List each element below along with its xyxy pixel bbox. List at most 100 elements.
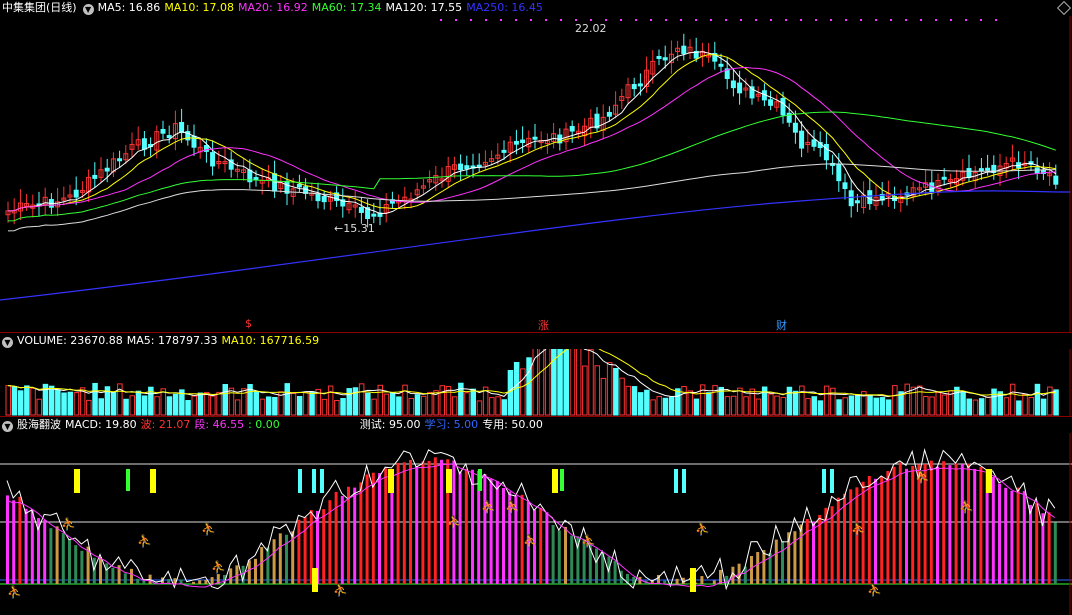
volume-bar: [476, 400, 483, 416]
oscillator-bar: [278, 533, 282, 584]
signal-dot: [545, 19, 547, 21]
volume-bar: [830, 387, 836, 416]
oscillator-bar: [43, 520, 47, 584]
volume-bar: [737, 387, 743, 416]
volume-bar: [606, 362, 613, 416]
oscillator-bar: [49, 528, 53, 584]
signal-block-cyan: [830, 469, 834, 493]
candle-body: [117, 158, 123, 162]
oscillator-bar: [1053, 522, 1057, 584]
macd-label: MACD: 19.80: [65, 418, 137, 431]
volume-bar: [110, 392, 117, 416]
price-panel[interactable]: 中集集团(日线) ▼ MA5: 16.86 MA10: 17.08 MA20: 16.9…: [0, 0, 1072, 332]
volume-dropdown-icon[interactable]: ▼: [2, 337, 13, 348]
test-label: 测试: 95.00: [359, 418, 421, 431]
candle-body: [780, 98, 786, 116]
dropdown-icon[interactable]: ▼: [82, 4, 94, 15]
volume-bar: [625, 385, 631, 416]
candle-body: [737, 82, 743, 94]
special-label: 专用: 50.00: [482, 418, 543, 431]
candle-body: [606, 111, 612, 117]
volume-bar: [414, 394, 421, 416]
volume-bar: [185, 400, 191, 416]
volume-bar: [575, 349, 582, 416]
volume-bar: [991, 388, 997, 416]
signal-dot: [530, 19, 532, 21]
volume-bar: [557, 349, 563, 416]
indicator-title[interactable]: 股海翻波: [17, 418, 61, 431]
candle-body: [681, 45, 687, 55]
signal-dot: [950, 19, 952, 21]
oscillator-bar: [557, 530, 561, 584]
oscillator-bar: [334, 491, 338, 584]
oscillator-bar: [1010, 490, 1014, 584]
event-finance-marker[interactable]: 财: [776, 317, 787, 332]
volume-chart[interactable]: [0, 349, 1072, 416]
signal-dot: [485, 19, 487, 21]
oscillator-bar: [936, 466, 939, 584]
oscillator-bar: [545, 512, 549, 584]
volume-bar: [836, 399, 842, 416]
volume-bar: [786, 386, 793, 416]
volume-bar: [98, 398, 104, 416]
signal-dot: [665, 19, 667, 21]
candle-body: [718, 63, 724, 67]
oscillator-bar: [111, 567, 115, 584]
oscillator-bar: [700, 576, 704, 584]
signal-figure-icon: ⛹: [523, 533, 538, 548]
oscillator-bar: [551, 524, 555, 584]
volume-bar: [755, 398, 762, 416]
signal-figure-icon: ⛹: [333, 582, 348, 597]
event-dollar-marker[interactable]: $: [245, 317, 252, 330]
volume-bar: [420, 395, 427, 416]
volume-bar: [526, 357, 532, 416]
volume-bar: [296, 396, 303, 416]
volume-bar: [910, 386, 917, 416]
oscillator-bar: [812, 521, 815, 584]
volume-bar: [544, 349, 551, 416]
stock-title[interactable]: 中集集团(日线): [2, 1, 77, 14]
candle-body: [296, 183, 302, 188]
volume-bar: [923, 396, 929, 416]
signal-figure-icon: ⛹: [201, 521, 216, 536]
event-rise-marker[interactable]: 涨: [538, 317, 549, 332]
candle-body: [501, 149, 507, 153]
volume-bar: [650, 399, 656, 416]
volume-panel[interactable]: ▼ VOLUME: 23670.88 MA5: 178797.33 MA10: 167…: [0, 333, 1072, 416]
signal-dot: [920, 19, 922, 21]
volume-bar: [743, 396, 749, 416]
signal-dot: [800, 19, 802, 21]
ma60-line: [7, 111, 1056, 222]
volume-bar: [774, 395, 780, 416]
volume-bar: [303, 391, 309, 416]
volume-bar: [588, 349, 594, 416]
volume-bar: [1047, 386, 1053, 416]
volume-bar: [458, 382, 464, 416]
oscillator-bar: [960, 464, 964, 584]
signal-dot: [845, 19, 847, 21]
indicator-dropdown-icon[interactable]: ▼: [2, 421, 13, 432]
indicator-chart[interactable]: ⛹ ⛹ ⛹ ⛹ ⛹ ⛹ ⛹ ⛹ ⛹ ⛹ ⛹ ⛹ ⛹ ⛹ ⛹ ⛹: [0, 433, 1072, 615]
oscillator-bar: [130, 568, 133, 584]
diamond-icon[interactable]: [1056, 0, 1072, 16]
volume-bar: [594, 365, 600, 416]
oscillator-bar: [712, 580, 716, 584]
oscillator-bar: [6, 495, 9, 584]
oscillator-bar: [805, 518, 809, 584]
oscillator-bar: [402, 462, 406, 584]
oscillator-bar: [886, 470, 890, 584]
volume-bar: [222, 384, 228, 416]
low-price-label: ←15.31: [334, 222, 375, 235]
candle-body: [811, 139, 817, 147]
price-chart[interactable]: 22.02 ←15.31: [0, 16, 1072, 332]
volume-bar: [48, 385, 55, 416]
volume-bar: [321, 398, 328, 416]
ma60-label: MA60: 17.34: [311, 1, 382, 14]
oscillator-bar: [1022, 491, 1026, 584]
indicator-panel[interactable]: ▼ 股海翻波 MACD: 19.80 波: 21.07 段: 46.55: 0.00 测试…: [0, 417, 1072, 615]
volume-bar: [210, 395, 216, 416]
volume-bar: [203, 391, 210, 416]
signal-figure-icon: ⛹: [851, 521, 866, 536]
volume-bar: [495, 396, 501, 416]
oscillator-bar: [756, 552, 760, 584]
